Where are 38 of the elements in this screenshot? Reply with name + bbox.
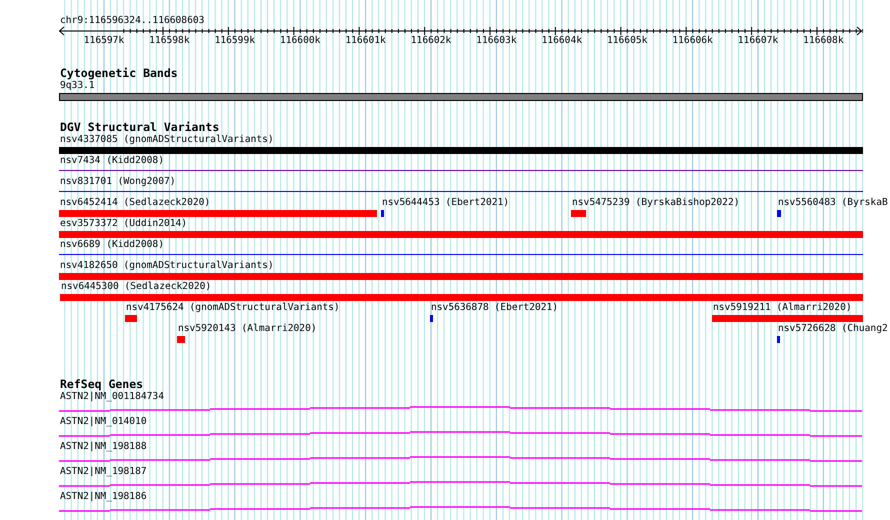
ruler-tick-label: 116604k: [542, 35, 582, 47]
track-title: DGV Structural Variants: [60, 121, 220, 134]
feature-label: 9q33.1: [60, 80, 95, 92]
feature-label: nsv5920143 (Almarri2020): [178, 323, 317, 335]
feature-label: nsv6452414 (Sedlazeck2020): [60, 197, 210, 209]
ruler-tick-label: 116605k: [606, 35, 648, 47]
feature-label: nsv5636878 (Ebert2021): [431, 302, 558, 314]
feature-label: nsv5726628 (Chuang2: [778, 323, 888, 335]
feature-label: nsv4337085 (gnomADStructuralVariants): [60, 134, 274, 146]
feature-label: nsv5475239 (ByrskaBishop2022): [572, 197, 740, 209]
ruler-tick-label: 116601k: [345, 35, 386, 47]
ruler-tick-label: 116607k: [738, 35, 778, 47]
feature-label: nsv5919211 (Almarri2020): [713, 302, 852, 314]
feature-label: nsv7434 (Kidd2008): [60, 155, 164, 167]
ruler-tick-label: 116608k: [803, 35, 844, 47]
transcript-label: ASTN2|NM_198186: [60, 491, 147, 503]
feature-label: nsv5560483 (ByrskaB: [778, 197, 888, 209]
track-title: Cytogenetic Bands: [60, 67, 178, 80]
transcript-label: ASTN2|NM_198187: [60, 466, 147, 478]
ruler-tick-label: 116598k: [149, 35, 190, 47]
ruler-tick-label: 116606k: [672, 35, 713, 47]
transcript-label: ASTN2|NM_001184734: [60, 391, 164, 403]
ruler-tick-label: 116600k: [280, 35, 320, 47]
feature-label: nsv4182650 (gnomADStructuralVariants): [60, 260, 274, 272]
feature-label: nsv831701 (Wong2007): [60, 176, 176, 188]
transcript-label: ASTN2|NM_014010: [60, 416, 147, 428]
feature-label: nsv5644453 (Ebert2021): [382, 197, 510, 209]
feature-label: nsv6445300 (Sedlazeck2020): [61, 281, 212, 293]
ruler-tick-label: 116597k: [84, 35, 124, 47]
location-label: chr9:116596324..116608603: [60, 15, 204, 27]
ruler-tick-label: 116599k: [214, 35, 256, 47]
track-title: RefSeq Genes: [60, 378, 144, 391]
ruler-tick-label: 116602k: [410, 35, 452, 47]
feature-label: nsv6689 (Kidd2008): [60, 239, 164, 251]
transcript-label: ASTN2|NM_198188: [60, 441, 147, 453]
ruler-tick-label: 116603k: [476, 35, 517, 47]
feature-label: esv3573372 (Uddin2014): [60, 218, 188, 230]
feature-label: nsv4175624 (gnomADStructuralVariants): [126, 302, 340, 314]
